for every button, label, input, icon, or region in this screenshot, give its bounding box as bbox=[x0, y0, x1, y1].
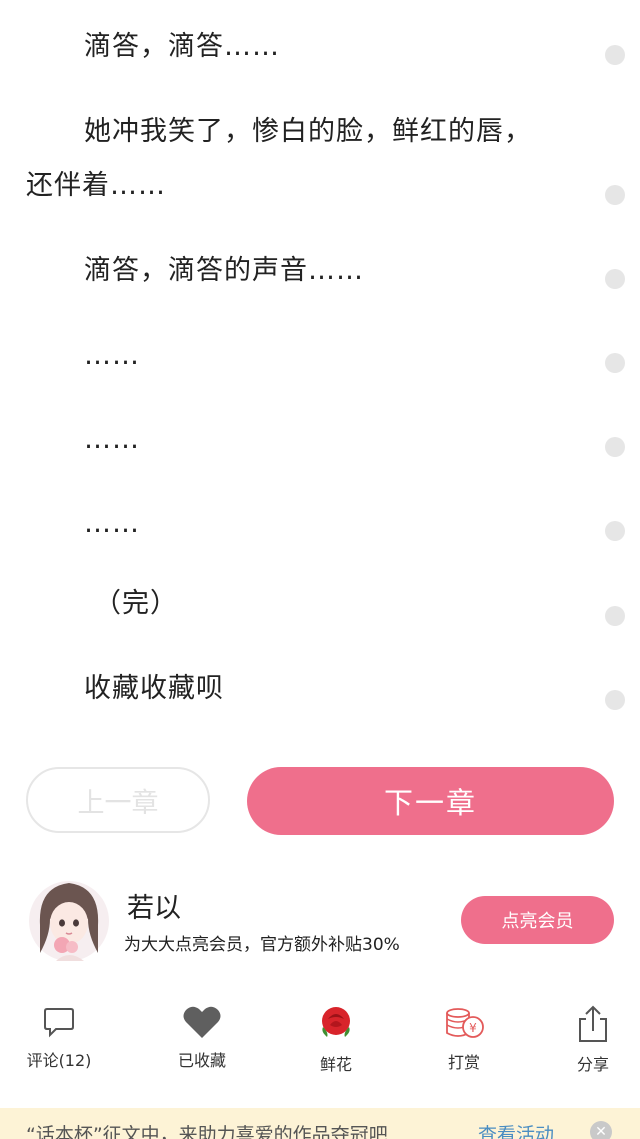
comment-button[interactable]: 评论(12) bbox=[9, 1005, 109, 1071]
tip-button[interactable]: ¥ 打赏 bbox=[414, 1005, 514, 1073]
comment-label: 评论(12) bbox=[26, 1051, 92, 1070]
svg-text:¥: ¥ bbox=[469, 1021, 477, 1035]
author-name[interactable]: 若以 bbox=[127, 886, 181, 925]
paragraph-comment-dot[interactable] bbox=[605, 269, 625, 289]
paragraph-comment-dot[interactable] bbox=[605, 185, 625, 205]
event-banner-text: “话本杯”征文中，来助力喜爱的作品夺冠吧 bbox=[26, 1124, 388, 1139]
story-paragraph: …… bbox=[84, 508, 140, 539]
coins-icon: ¥ bbox=[414, 1005, 514, 1041]
close-icon[interactable]: ✕ bbox=[590, 1121, 612, 1139]
story-paragraph: 滴答，滴答…… bbox=[84, 31, 280, 62]
next-chapter-button[interactable]: 下一章 bbox=[247, 767, 614, 835]
paragraph-comment-dot[interactable] bbox=[605, 353, 625, 373]
flower-button[interactable]: 鲜花 bbox=[286, 1005, 386, 1075]
paragraph-comment-dot[interactable] bbox=[605, 45, 625, 65]
flower-label: 鲜花 bbox=[319, 1055, 352, 1074]
story-paragraph: …… bbox=[84, 340, 140, 371]
activate-vip-button[interactable]: 点亮会员 bbox=[461, 896, 614, 944]
paragraph-comment-dot[interactable] bbox=[605, 690, 625, 710]
share-button[interactable]: 分享 bbox=[543, 1005, 640, 1075]
story-paragraph: …… bbox=[84, 424, 140, 455]
paragraph-comment-dot[interactable] bbox=[605, 606, 625, 626]
view-event-link[interactable]: 查看活动 bbox=[478, 1120, 554, 1139]
story-paragraph: （完） bbox=[94, 588, 178, 619]
share-label: 分享 bbox=[576, 1055, 609, 1074]
comment-icon bbox=[9, 1005, 109, 1039]
author-avatar[interactable] bbox=[28, 875, 110, 965]
favorite-label: 已收藏 bbox=[177, 1051, 226, 1070]
tip-label: 打赏 bbox=[447, 1053, 480, 1072]
heart-icon bbox=[152, 1005, 252, 1039]
story-paragraph: 收藏收藏呗 bbox=[84, 673, 224, 704]
vip-promo-text: 为大大点亮会员，官方额外补贴30% bbox=[124, 935, 400, 955]
share-icon bbox=[543, 1005, 640, 1043]
paragraph-comment-dot[interactable] bbox=[605, 437, 625, 457]
rose-icon bbox=[286, 1005, 386, 1043]
favorite-button[interactable]: 已收藏 bbox=[152, 1005, 252, 1071]
paragraph-comment-dot[interactable] bbox=[605, 521, 625, 541]
story-paragraph: 她冲我笑了，惨白的脸，鲜红的唇，还伴着…… bbox=[26, 116, 532, 201]
story-paragraph: 滴答，滴答的声音…… bbox=[84, 255, 364, 286]
event-banner[interactable]: “话本杯”征文中，来助力喜爱的作品夺冠吧 查看活动 ✕ bbox=[0, 1108, 640, 1139]
prev-chapter-button[interactable]: 上一章 bbox=[26, 767, 210, 833]
